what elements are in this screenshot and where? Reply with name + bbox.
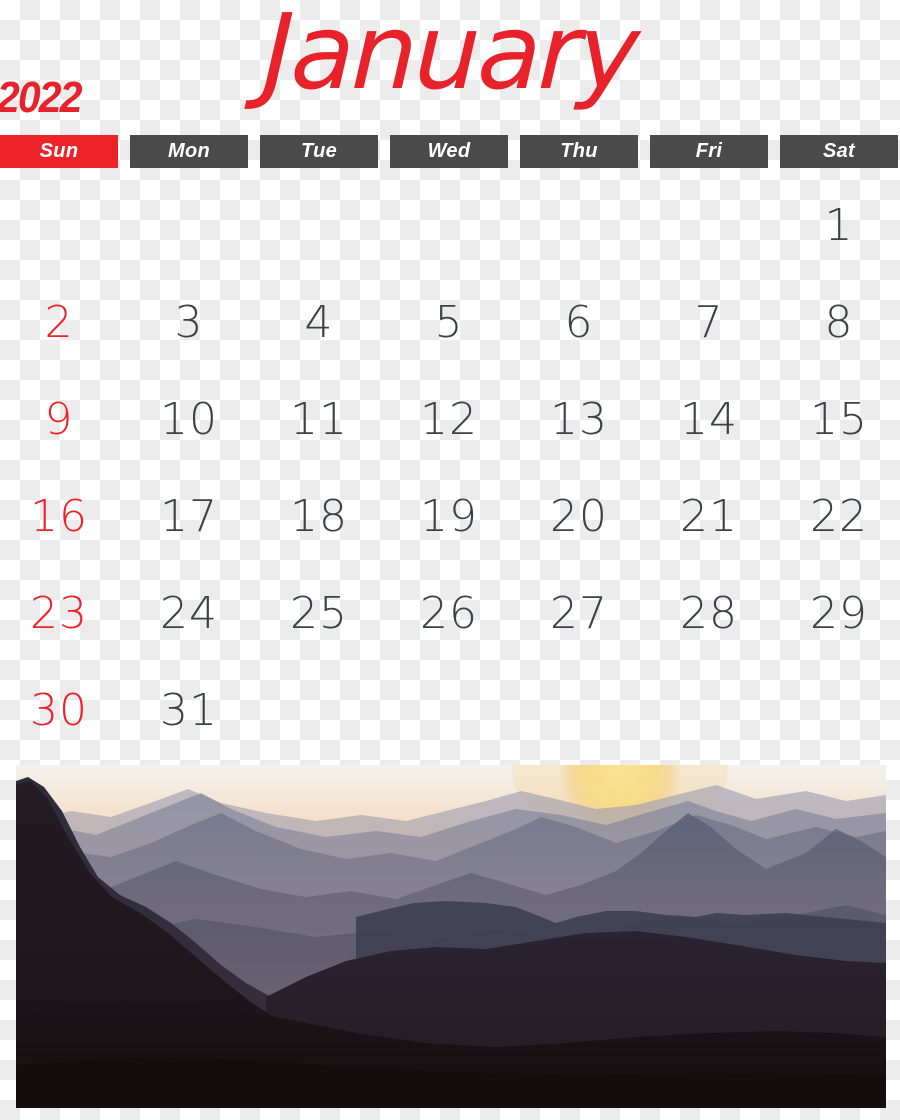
day-cell[interactable]: 29	[780, 584, 898, 644]
day-cell[interactable]: 16	[0, 487, 118, 547]
day-cell[interactable]: 17	[130, 487, 248, 547]
landscape-illustration	[16, 765, 886, 1108]
day-cell[interactable]	[260, 681, 378, 741]
day-cell[interactable]	[520, 196, 638, 256]
calendar-page: January 2022 Sun Mon Tue Wed Thu Fri Sat…	[0, 0, 900, 1120]
day-cell[interactable]: 3	[130, 293, 248, 353]
day-cell[interactable]: 1	[780, 196, 898, 256]
day-cell[interactable]: 15	[780, 390, 898, 450]
day-cell[interactable]: 7	[650, 293, 768, 353]
day-cell[interactable]: 31	[130, 681, 248, 741]
day-cell[interactable]: 4	[260, 293, 378, 353]
day-cell[interactable]: 26	[390, 584, 508, 644]
day-cell[interactable]	[260, 196, 378, 256]
day-cell[interactable]: 9	[0, 390, 118, 450]
weekday-header-mon: Mon	[130, 135, 248, 168]
day-cell[interactable]: 22	[780, 487, 898, 547]
day-cell[interactable]	[390, 196, 508, 256]
day-cell[interactable]	[390, 681, 508, 741]
day-cell[interactable]: 19	[390, 487, 508, 547]
day-cell[interactable]	[650, 196, 768, 256]
weekday-header-tue: Tue	[260, 135, 378, 168]
day-cell[interactable]: 18	[260, 487, 378, 547]
date-grid: 1 2 3 4 5 6 7 8 9 10 11 12 13 14 15 16 1…	[0, 196, 900, 776]
day-cell[interactable]: 12	[390, 390, 508, 450]
day-cell[interactable]	[780, 681, 898, 741]
day-cell[interactable]: 28	[650, 584, 768, 644]
day-cell[interactable]: 23	[0, 584, 118, 644]
day-cell[interactable]: 6	[520, 293, 638, 353]
day-cell[interactable]: 30	[0, 681, 118, 741]
page-title: January	[261, 0, 639, 113]
day-cell[interactable]: 2	[0, 293, 118, 353]
day-cell[interactable]	[130, 196, 248, 256]
weekday-header-fri: Fri	[650, 135, 768, 168]
day-cell[interactable]: 14	[650, 390, 768, 450]
weekday-header-sun: Sun	[0, 135, 118, 168]
weekday-header-wed: Wed	[390, 135, 508, 168]
day-cell[interactable]: 27	[520, 584, 638, 644]
day-cell[interactable]: 13	[520, 390, 638, 450]
day-cell[interactable]: 8	[780, 293, 898, 353]
weekday-header-thu: Thu	[520, 135, 638, 168]
year-label: 2022	[0, 73, 82, 122]
weekday-header-row: Sun Mon Tue Wed Thu Fri Sat	[0, 135, 900, 168]
mountain-sunset-photo	[16, 765, 886, 1108]
day-cell[interactable]: 10	[130, 390, 248, 450]
day-cell[interactable]: 21	[650, 487, 768, 547]
day-cell[interactable]: 11	[260, 390, 378, 450]
day-cell[interactable]	[0, 196, 118, 256]
day-cell[interactable]	[520, 681, 638, 741]
day-cell[interactable]: 5	[390, 293, 508, 353]
day-cell[interactable]: 25	[260, 584, 378, 644]
day-cell[interactable]: 24	[130, 584, 248, 644]
day-cell[interactable]	[650, 681, 768, 741]
weekday-header-sat: Sat	[780, 135, 898, 168]
day-cell[interactable]: 20	[520, 487, 638, 547]
